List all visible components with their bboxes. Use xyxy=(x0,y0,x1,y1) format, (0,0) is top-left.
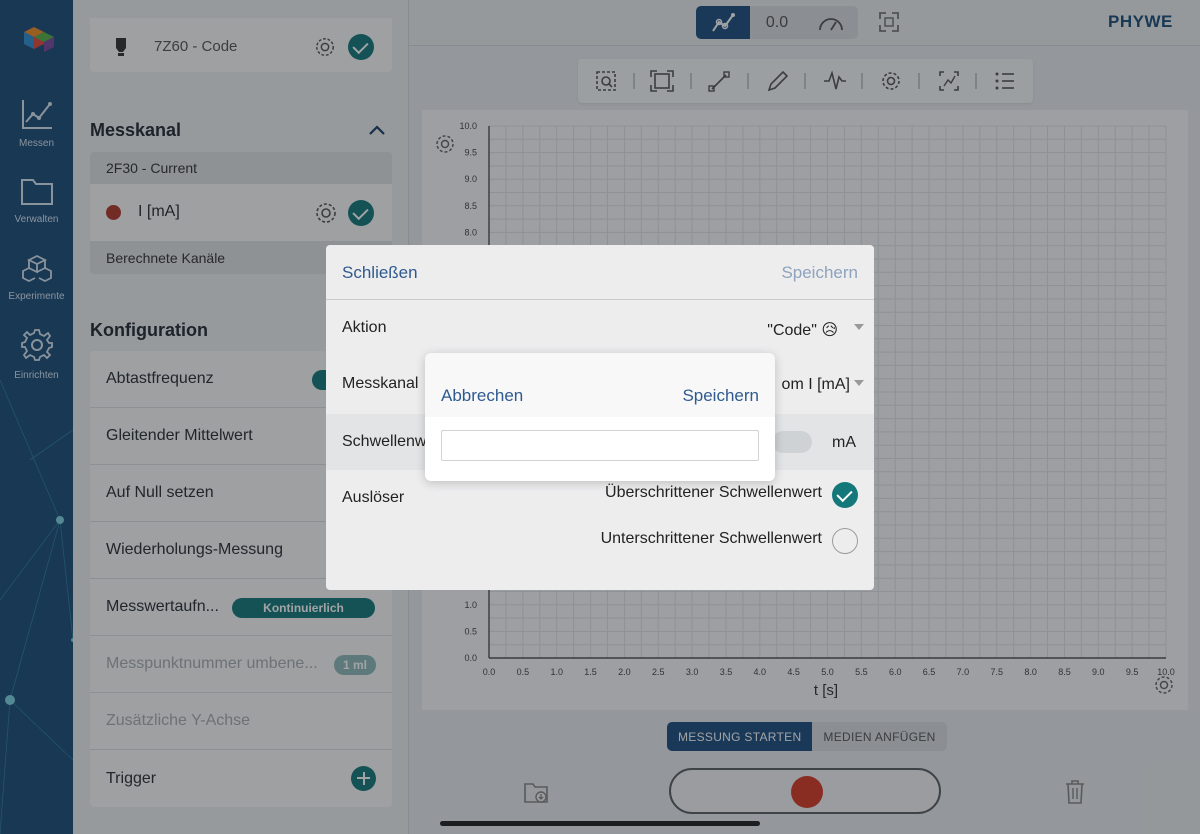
close-button[interactable]: Schließen xyxy=(342,263,418,283)
threshold-value-input[interactable] xyxy=(441,430,759,461)
aktion-label: Aktion xyxy=(342,319,387,336)
schwellenwert-unit: mA xyxy=(832,434,856,451)
dialog-header: Schließen Speichern xyxy=(326,245,874,300)
value-dialog-header: Abbrechen Speichern xyxy=(425,353,775,417)
messkanal-value: om I [mA] xyxy=(781,376,850,393)
ausloeser-label: Auslöser xyxy=(342,489,405,506)
option-ueberschritten-check-icon[interactable] xyxy=(832,482,858,508)
dialog-save-button[interactable]: Speichern xyxy=(781,263,858,283)
value-save-button[interactable]: Speichern xyxy=(682,386,759,406)
value-input-dialog: Abbrechen Speichern xyxy=(425,353,775,481)
schwellenwert-label: Schwellenw xyxy=(342,433,427,450)
option-unterschritten-label: Unterschrittener Schwellenwert xyxy=(600,530,822,547)
aktion-value: "Code" 😥 xyxy=(767,322,838,339)
cancel-button[interactable]: Abbrechen xyxy=(441,386,523,406)
option-unterschritten-radio[interactable] xyxy=(832,528,858,554)
dropdown-caret-icon xyxy=(854,324,864,330)
unterschritten-row: Unterschrittener Schwellenwert xyxy=(326,515,874,571)
aktion-row[interactable]: Aktion "Code" 😥 xyxy=(326,300,874,356)
option-ueberschritten-label: Überschrittener Schwellenwert xyxy=(605,484,822,501)
messkanal-label: Messkanal xyxy=(342,375,419,392)
schwellenwert-input[interactable] xyxy=(772,431,812,453)
dropdown-caret-icon xyxy=(854,380,864,386)
